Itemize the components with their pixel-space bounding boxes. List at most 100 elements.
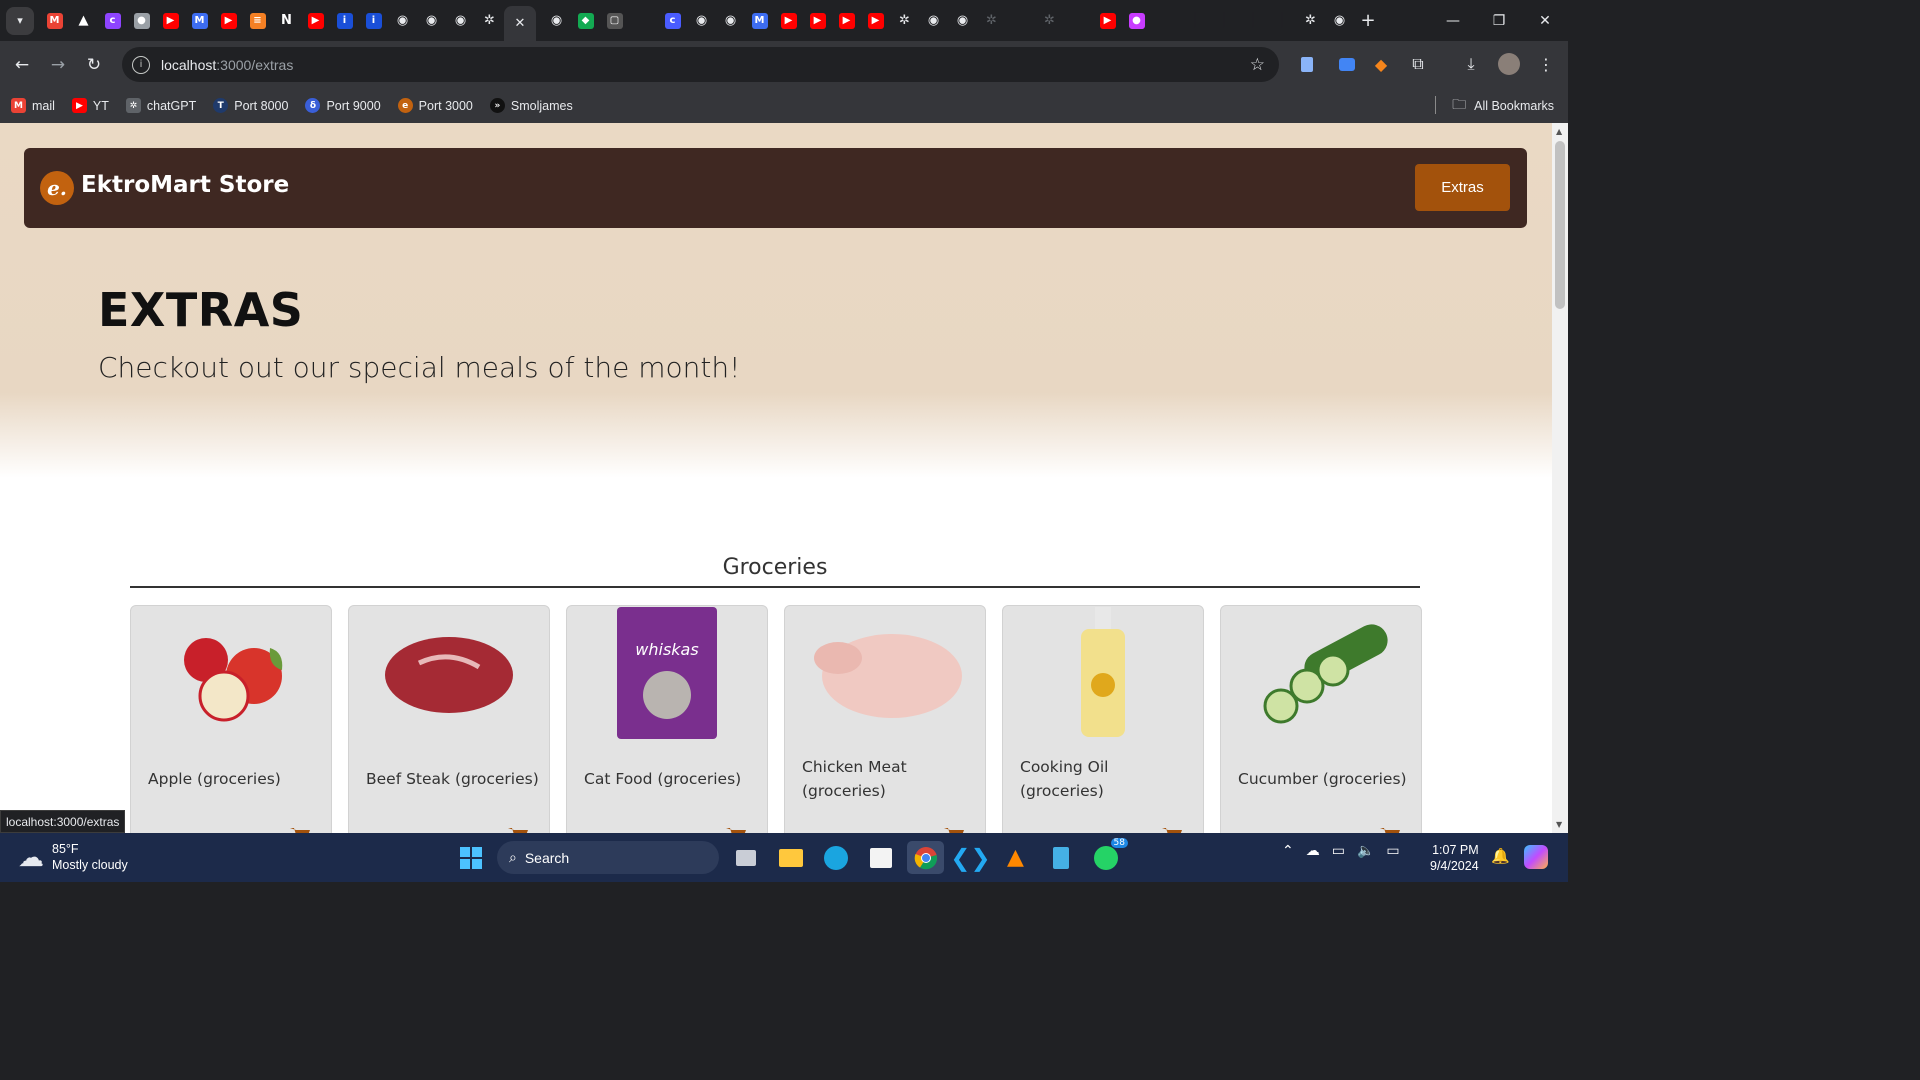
tab[interactable]: ◉ — [388, 0, 417, 41]
restore-icon[interactable]: ❐ — [1476, 0, 1522, 41]
tab[interactable] — [1151, 0, 1180, 41]
taskbar-search[interactable]: ⌕ Search — [497, 841, 719, 874]
chevron-up-icon[interactable]: ⌃ — [1282, 843, 1294, 859]
tab[interactable]: ◆ — [571, 0, 600, 41]
product-card[interactable]: Apple (groceries) — [130, 605, 332, 833]
tab[interactable]: ▶ — [1093, 0, 1122, 41]
bookmark-yt[interactable]: ▶ YT — [71, 98, 109, 113]
tab[interactable]: ● — [127, 0, 156, 41]
site-info-icon[interactable]: i — [132, 55, 150, 74]
tab[interactable]: ▶ — [774, 0, 803, 41]
bookmark-port-9000[interactable]: δ Port 9000 — [305, 98, 381, 113]
all-bookmarks[interactable]: 🗀 All Bookmarks — [1452, 94, 1554, 118]
tab[interactable]: │ — [1238, 0, 1267, 41]
tab[interactable]: M — [745, 0, 774, 41]
tab[interactable]: ◉ — [542, 0, 571, 41]
tab[interactable]: ▲ — [69, 0, 98, 41]
bookmark-star-icon[interactable]: ☆ — [1250, 55, 1265, 75]
tab[interactable]: M — [185, 0, 214, 41]
tab-search-button[interactable]: ▾ — [6, 6, 34, 35]
product-card[interactable]: whiskas Cat Food (groceries) — [566, 605, 768, 833]
add-to-cart-icon[interactable] — [1161, 826, 1183, 833]
tab[interactable]: ▶ — [301, 0, 330, 41]
tab[interactable]: ✲ — [1035, 0, 1064, 41]
vscode-icon[interactable]: ❮❯ — [950, 841, 990, 874]
brand-name[interactable]: EktroMart Store — [81, 172, 289, 198]
brand-logo[interactable]: e. — [40, 171, 74, 205]
tab[interactable] — [1064, 0, 1093, 41]
product-card[interactable]: Cucumber (groceries) — [1220, 605, 1422, 833]
tab[interactable]: ◉ — [716, 0, 745, 41]
tab[interactable]: ▢ — [600, 0, 629, 41]
scroll-down-icon[interactable]: ▼ — [1556, 820, 1562, 829]
tab[interactable] — [629, 0, 658, 41]
file-explorer-icon[interactable] — [772, 841, 809, 874]
tab[interactable]: i — [359, 0, 388, 41]
profile-avatar[interactable] — [1494, 49, 1524, 79]
bookmark-chatgpt[interactable]: ✲ chatGPT — [125, 98, 196, 113]
bookmark-port-3000[interactable]: e Port 3000 — [397, 98, 473, 113]
tab[interactable]: ◉ — [919, 0, 948, 41]
tab[interactable]: i — [330, 0, 359, 41]
reload-icon[interactable]: ↻ — [76, 47, 112, 83]
tab[interactable]: │ — [1267, 0, 1296, 41]
extras-button[interactable]: Extras — [1415, 164, 1510, 211]
tab[interactable] — [1006, 0, 1035, 41]
tab[interactable]: ▶ — [156, 0, 185, 41]
tab[interactable]: c — [658, 0, 687, 41]
tab[interactable]: M — [40, 0, 69, 41]
tab[interactable]: ◉ — [417, 0, 446, 41]
tab-active-close[interactable]: ✕ — [504, 6, 536, 41]
store-icon[interactable] — [862, 841, 899, 874]
whatsapp-icon[interactable]: 58 — [1087, 838, 1128, 874]
tab[interactable]: ▶ — [803, 0, 832, 41]
tab[interactable]: ◉ — [687, 0, 716, 41]
add-to-cart-icon[interactable] — [725, 826, 747, 833]
battery-icon[interactable]: ▭ — [1386, 843, 1399, 859]
docs-extension-icon[interactable] — [1292, 49, 1322, 79]
new-tab-button[interactable]: + — [1354, 0, 1382, 41]
page-scrollbar[interactable]: ▲ ▼ — [1552, 123, 1568, 833]
tab[interactable]: ◉ — [948, 0, 977, 41]
edge-icon[interactable] — [817, 841, 854, 874]
network-icon[interactable]: ▭ — [1332, 843, 1345, 859]
notepad-icon[interactable] — [1042, 841, 1079, 874]
tab[interactable]: ✲ — [475, 0, 504, 41]
taskbar-clock[interactable]: 1:07 PM 9/4/2024 — [1430, 842, 1479, 874]
download-icon[interactable]: ⤓ — [1456, 49, 1486, 79]
task-view-icon[interactable] — [727, 841, 764, 874]
vlc-icon[interactable]: ▲ — [997, 841, 1034, 874]
tab[interactable]: ▶ — [214, 0, 243, 41]
add-to-cart-icon[interactable] — [943, 826, 965, 833]
tab[interactable]: ≡ — [243, 0, 272, 41]
tab[interactable]: ◉ — [446, 0, 475, 41]
tab[interactable]: ▶ — [832, 0, 861, 41]
minimize-icon[interactable]: — — [1430, 0, 1476, 41]
address-bar[interactable]: i localhost:3000/extras ☆ — [122, 47, 1279, 82]
menu-icon[interactable]: ⋮ — [1531, 49, 1561, 79]
volume-icon[interactable]: 🔈 — [1357, 843, 1374, 859]
extensions-puzzle-icon[interactable]: ⧉ — [1403, 49, 1433, 79]
product-card[interactable]: Cooking Oil (groceries) — [1002, 605, 1204, 833]
bookmark-smoljames[interactable]: » Smoljames — [489, 98, 573, 113]
tab[interactable]: c — [98, 0, 127, 41]
add-to-cart-icon[interactable] — [289, 826, 311, 833]
tab[interactable]: │ — [1180, 0, 1209, 41]
add-to-cart-icon[interactable] — [507, 826, 529, 833]
windows-start-icon[interactable] — [452, 841, 489, 874]
tab[interactable]: N — [272, 0, 301, 41]
back-icon[interactable]: ← — [4, 47, 40, 83]
tab[interactable]: ● — [1122, 0, 1151, 41]
bookmark-mail[interactable]: Mmail — [11, 98, 55, 113]
tab[interactable]: ◉ — [1325, 0, 1354, 41]
scroll-thumb[interactable] — [1555, 141, 1565, 309]
scroll-up-icon[interactable]: ▲ — [1556, 127, 1562, 136]
tab[interactable]: ▶ — [861, 0, 890, 41]
chrome-icon[interactable] — [907, 841, 944, 874]
bookmark-port-8000[interactable]: T Port 8000 — [213, 98, 288, 113]
forward-icon[interactable]: → — [40, 47, 76, 83]
metamask-icon[interactable]: ◆ — [1366, 49, 1396, 79]
notification-bell-icon[interactable]: 🔔 — [1491, 847, 1510, 865]
weather-widget[interactable]: ☁ 85°F Mostly cloudy — [18, 841, 128, 873]
tab[interactable]: ✲ — [977, 0, 1006, 41]
